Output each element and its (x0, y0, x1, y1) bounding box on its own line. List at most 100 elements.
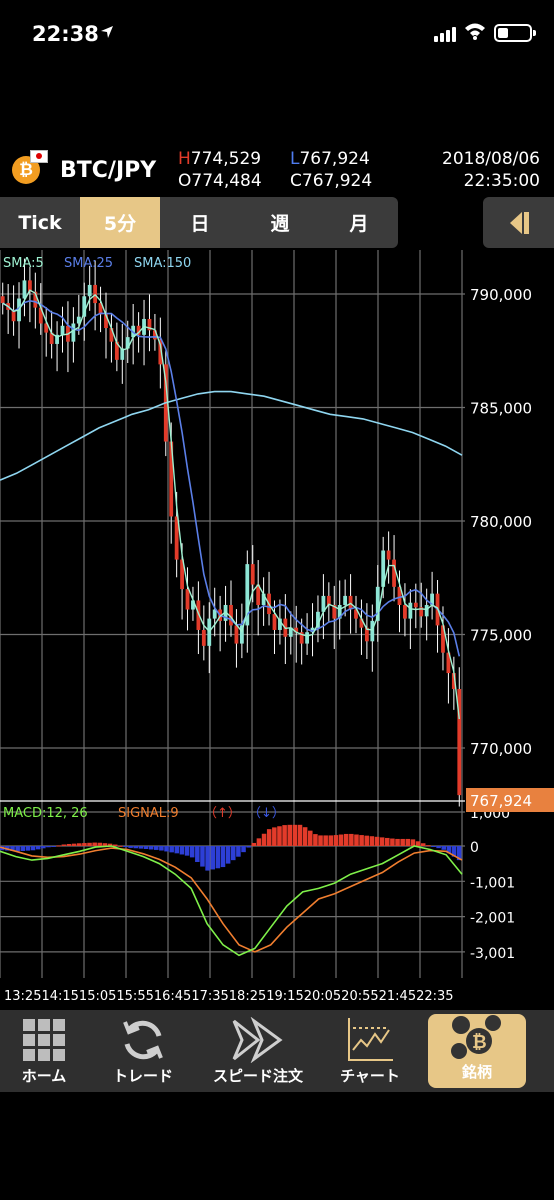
macd-axis-label: -1,001 (470, 875, 515, 891)
macd-hist-bar (292, 824, 298, 846)
macd-hist-bar (349, 833, 354, 846)
tab-tick[interactable]: Tick (0, 197, 80, 248)
tab-5min[interactable]: 5分 (80, 197, 160, 248)
macd-hist-bar (302, 827, 308, 846)
tab-day[interactable]: 日 (160, 197, 240, 248)
legend-signal: SIGNAL:9 (118, 806, 179, 821)
candle-body (87, 284, 92, 297)
wifi-icon (464, 22, 486, 44)
pair-name: BTC/JPY (60, 157, 157, 183)
macd-hist-bar (148, 846, 154, 850)
candle-body (343, 595, 348, 605)
macd-hist-bar (395, 838, 400, 846)
legend-hist-down: （↓） (248, 806, 285, 821)
bitcoin-icon: ₿ (12, 150, 48, 184)
interval-tabs: Tick 5分 日 週 月 (0, 197, 398, 248)
macd-hist-bar (359, 835, 364, 846)
macd-hist-bar (297, 824, 303, 846)
quote-time: 22:35:00 (463, 171, 540, 191)
legend-hist-up: （↑） (204, 806, 241, 821)
collapse-panel-button[interactable] (483, 197, 554, 248)
macd-hist-bar (51, 846, 56, 847)
tab-week[interactable]: 週 (240, 197, 320, 248)
nav-label-chart: チャート (340, 1067, 400, 1085)
close-value: 767,924 (301, 171, 373, 191)
legend-sma25: SMA:25 (64, 256, 113, 271)
macd-hist-bar (215, 846, 221, 869)
high-open-values: H774,529 O774,484 (178, 148, 262, 192)
macd-hist-bar (35, 846, 41, 850)
sma5-line (2, 289, 460, 720)
macd-line (0, 845, 463, 957)
candle-body (370, 620, 375, 642)
candle-body (22, 280, 27, 299)
status-time: 22:38 (32, 22, 99, 46)
nav-trade[interactable]: トレード (88, 1010, 198, 1092)
nav-speed-order[interactable]: スピード注文 (198, 1010, 318, 1092)
svg-text:₿: ₿ (472, 1032, 487, 1053)
nav-label-symbols: 銘柄 (461, 1063, 492, 1081)
macd-hist-bar (272, 827, 277, 846)
candle-body (60, 325, 65, 335)
macd-hist-bar (179, 846, 185, 855)
macd-hist-bar (333, 835, 339, 846)
candle-body (305, 632, 309, 644)
candle-body (250, 564, 255, 585)
price-chart[interactable]: 790,000 785,000 780,000 775,000 770,000 SMA:… (0, 250, 554, 1010)
macd-hist-bar (20, 846, 26, 851)
macd-hist-bar (184, 846, 190, 856)
refresh-icon (119, 1015, 167, 1065)
macd-hist-bar (343, 833, 349, 846)
macd-hist-bar (41, 846, 46, 849)
nav-symbols[interactable]: ₿ 銘柄 (428, 1014, 526, 1088)
candle-body (392, 559, 396, 587)
price-axis-label: 775,000 (470, 627, 532, 645)
macd-hist-bar (92, 842, 97, 846)
macd-hist-bar (164, 846, 169, 852)
macd-hist-bar (246, 846, 251, 848)
macd-hist-bar (210, 846, 215, 870)
current-price-label: 767,924 (470, 792, 532, 810)
macd-axis-label: -2,001 (470, 911, 515, 927)
macd-hist-bar (205, 846, 210, 871)
macd-hist-bar (82, 843, 87, 846)
macd-hist-bar (143, 846, 149, 849)
macd-hist-bar (61, 844, 67, 846)
macd-axis-label: -3,001 (470, 946, 515, 962)
macd-hist-bar (405, 838, 411, 846)
candle-body (386, 550, 391, 560)
candle-body (71, 323, 76, 342)
macd-hist-bar (323, 835, 328, 846)
nav-label-trade: トレード (112, 1067, 173, 1085)
symbol-header[interactable]: ₿ BTC/JPY (12, 150, 156, 190)
candle-body (185, 589, 190, 610)
macd-hist-bar (87, 842, 92, 846)
signal-line (0, 846, 463, 953)
macd-hist-bar (56, 845, 61, 847)
macd-hist-bar (354, 834, 359, 846)
location-arrow-icon (100, 24, 114, 43)
macd-hist-bar (328, 835, 334, 846)
price-axis-label: 770,000 (470, 740, 532, 758)
open-value: 774,484 (191, 171, 262, 191)
tab-month[interactable]: 月 (320, 197, 398, 248)
high-label: H (178, 149, 191, 169)
price-axis-label: 790,000 (470, 286, 532, 304)
japan-flag-icon (30, 150, 48, 163)
macd-hist-bar (112, 844, 118, 846)
nav-chart[interactable]: チャート (318, 1010, 422, 1092)
high-value: 774,529 (190, 149, 262, 169)
macd-hist-bar (374, 836, 380, 846)
macd-hist-bar (431, 846, 436, 847)
battery-icon (494, 24, 536, 42)
macd-hist-bar (46, 846, 51, 848)
close-label: C (290, 171, 302, 191)
candle-body (272, 614, 277, 630)
macd-hist-bar (364, 835, 369, 846)
macd-hist-bar (261, 833, 267, 846)
macd-hist-bar (287, 824, 292, 846)
nav-home[interactable]: ホーム (0, 1010, 88, 1092)
legend-macd: MACD:12, 26 (3, 806, 88, 821)
candle-body (413, 602, 418, 608)
macd-hist-bar (71, 843, 77, 846)
